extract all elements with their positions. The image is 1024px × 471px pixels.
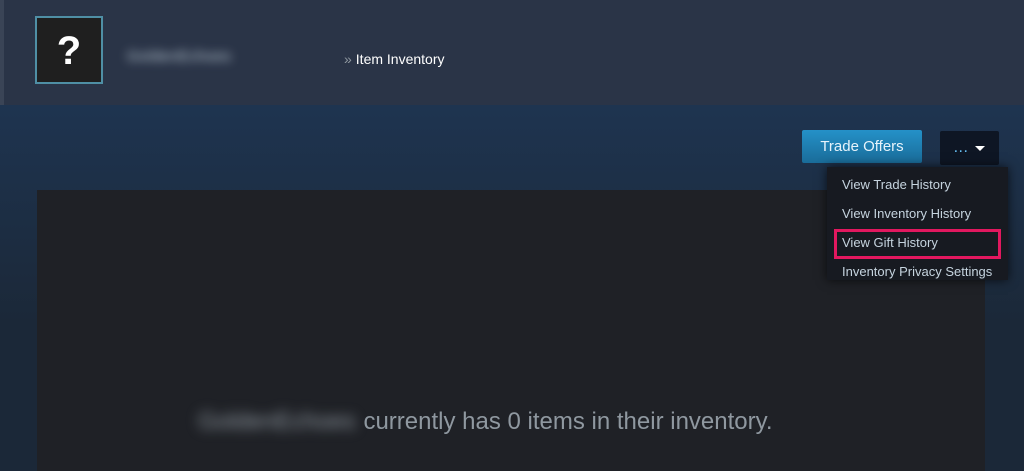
- header-edge: [0, 0, 4, 105]
- breadcrumb-page-title: Item Inventory: [355, 51, 445, 67]
- menu-item-view-inventory-history[interactable]: View Inventory History: [827, 201, 1008, 230]
- profile-username[interactable]: GoldenEchoes: [127, 48, 231, 65]
- breadcrumb-separator: »: [344, 51, 352, 67]
- inventory-owner-name: GoldenEchoes: [198, 408, 356, 435]
- question-mark-icon: ?: [57, 30, 81, 70]
- empty-inventory-message: GoldenEchoes currently has 0 items in the…: [198, 408, 773, 436]
- caret-down-icon: [975, 146, 986, 151]
- breadcrumb: » Item Inventory: [344, 51, 445, 67]
- more-options-label: ...: [953, 139, 969, 156]
- profile-header: ? GoldenEchoes » Item Inventory: [0, 0, 1024, 105]
- svg-text:?: ?: [57, 30, 81, 70]
- empty-inventory-text: currently has 0 items in their inventory…: [363, 408, 773, 435]
- menu-item-inventory-privacy-settings[interactable]: Inventory Privacy Settings: [827, 259, 1008, 288]
- avatar[interactable]: ?: [35, 16, 103, 84]
- more-options-button[interactable]: ...: [940, 131, 999, 165]
- menu-item-view-gift-history[interactable]: View Gift History: [834, 229, 1001, 259]
- trade-offers-button[interactable]: Trade Offers: [802, 130, 922, 163]
- menu-item-view-trade-history[interactable]: View Trade History: [827, 172, 1008, 201]
- more-options-menu: View Trade History View Inventory Histor…: [827, 167, 1008, 280]
